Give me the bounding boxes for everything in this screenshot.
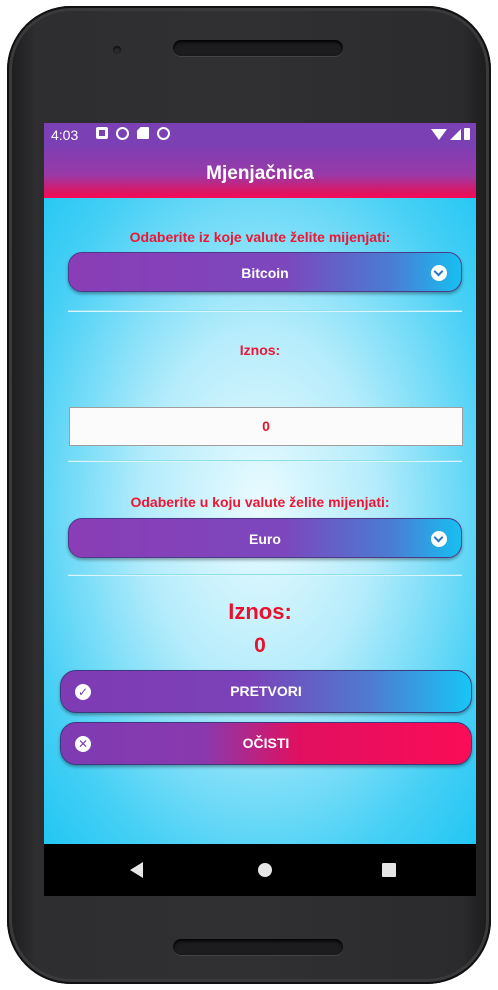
from-currency-value: Bitcoin [241, 265, 289, 281]
clear-button[interactable]: ✕ OČISTI [60, 722, 472, 765]
status-bar: 4:03 [44, 123, 476, 147]
sd-card-icon [137, 127, 149, 139]
result-value: 0 [254, 634, 266, 657]
bottom-speaker [173, 939, 343, 955]
earpiece-speaker [173, 40, 343, 56]
recents-icon[interactable] [382, 863, 396, 877]
chevron-down-icon [431, 531, 447, 547]
app-title: Mjenjačnica [206, 163, 314, 184]
converter-form: Odaberite iz koje valute želite mijenjat… [44, 198, 476, 844]
front-camera [113, 46, 121, 54]
close-icon: ✕ [75, 736, 91, 752]
status-notification-icons [96, 127, 170, 140]
status-system-icons [431, 128, 470, 140]
convert-button[interactable]: ✓ PRETVORI [60, 670, 472, 713]
result-label: Iznos: [228, 599, 292, 624]
navigation-bar [44, 844, 476, 896]
clear-button-label: OČISTI [242, 735, 290, 751]
amount-label: Iznos: [239, 342, 281, 358]
convert-button-label: PRETVORI [230, 683, 302, 699]
phone-frame: 4:03 Mjenjačnica Odaberite iz koje valut… [7, 6, 491, 984]
divider [68, 460, 462, 461]
to-currency-dropdown[interactable]: Euro [68, 518, 462, 558]
sync-icon [157, 127, 170, 140]
from-currency-dropdown[interactable]: Bitcoin [68, 252, 462, 292]
back-icon[interactable] [130, 862, 143, 878]
notification-icon [96, 127, 108, 139]
divider [68, 574, 462, 575]
chevron-down-icon [431, 265, 447, 281]
amount-input[interactable]: 0 [69, 407, 463, 446]
home-icon[interactable] [258, 863, 272, 877]
battery-icon [464, 128, 470, 140]
to-currency-label: Odaberite u koju valute želite mijenjati… [130, 494, 390, 510]
app-title-bar: Mjenjačnica [44, 147, 476, 198]
divider [68, 310, 462, 311]
sync-icon [116, 127, 129, 140]
check-icon: ✓ [75, 684, 91, 700]
to-currency-value: Euro [249, 531, 281, 547]
signal-icon [450, 128, 461, 140]
from-currency-label: Odaberite iz koje valute želite mijenjat… [129, 229, 391, 245]
wifi-icon [431, 128, 447, 140]
status-time: 4:03 [51, 127, 79, 143]
device-screen: 4:03 Mjenjačnica Odaberite iz koje valut… [44, 123, 476, 896]
